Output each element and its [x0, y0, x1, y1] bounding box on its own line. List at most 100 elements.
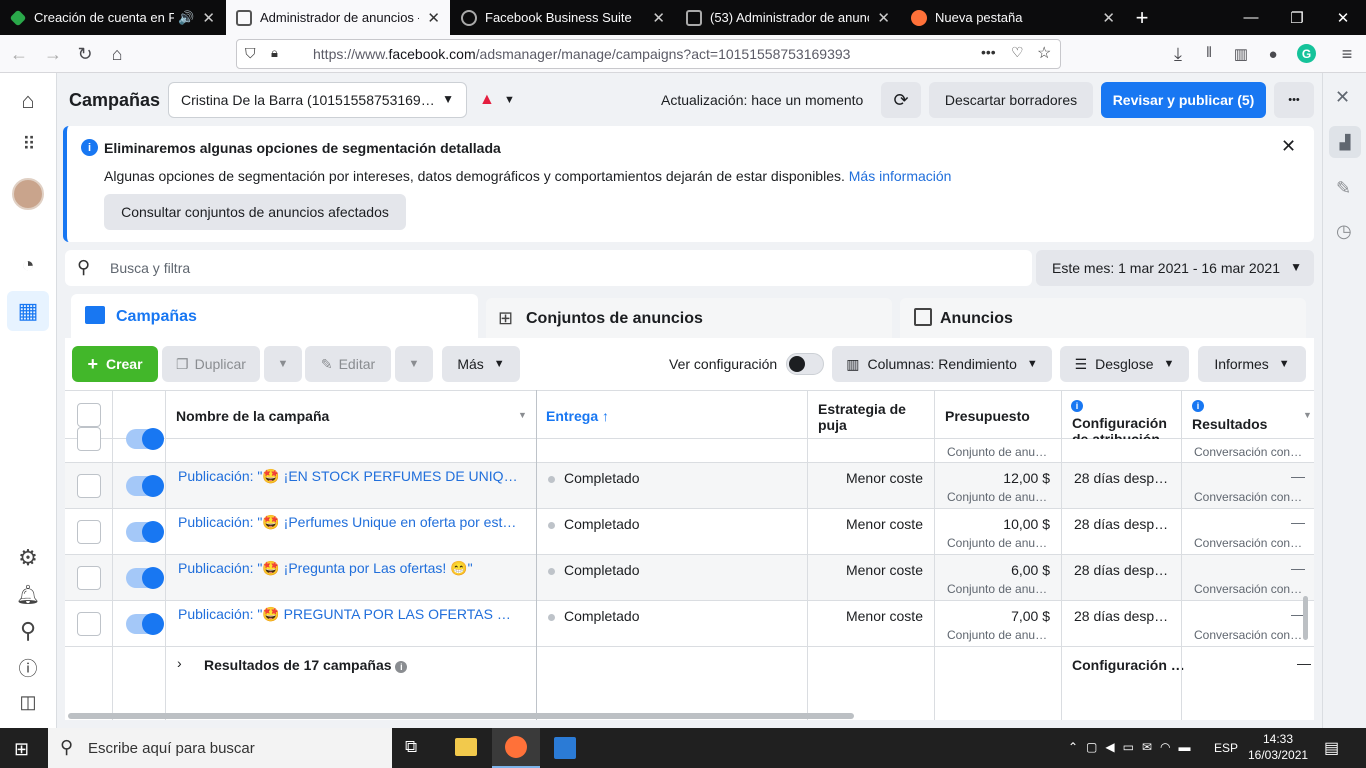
- warning-icon[interactable]: ▲: [479, 91, 495, 109]
- all-tools-icon[interactable]: ⠿: [12, 128, 44, 160]
- new-tab-button[interactable]: +: [1128, 0, 1156, 35]
- browser-tab[interactable]: Facebook Business Suite ✕: [451, 0, 675, 35]
- clock[interactable]: 14:33 16/03/2021: [1248, 731, 1308, 763]
- more-options-button[interactable]: •••: [1274, 82, 1314, 118]
- row-toggle[interactable]: [126, 428, 164, 450]
- window-close-icon[interactable]: ✕: [1320, 0, 1366, 35]
- row-checkbox[interactable]: [77, 612, 101, 636]
- more-info-link[interactable]: Más información: [849, 168, 952, 184]
- tab-close-icon[interactable]: ✕: [202, 9, 215, 27]
- edit-pencil-icon[interactable]: ✎: [1336, 178, 1351, 199]
- row-toggle[interactable]: [126, 475, 164, 497]
- photos-icon[interactable]: [554, 737, 576, 759]
- restore-icon[interactable]: ❐: [1274, 0, 1320, 35]
- browser-tab[interactable]: (53) Administrador de anuncios ✕: [676, 0, 900, 35]
- row-toggle[interactable]: [126, 521, 164, 543]
- task-view-icon[interactable]: ⧉: [405, 737, 417, 757]
- download-icon[interactable]: ⤓: [1163, 39, 1193, 69]
- taskbar-search[interactable]: ⚲ Escribe aquí para buscar: [48, 728, 392, 768]
- row-checkbox[interactable]: [77, 474, 101, 498]
- notifications-center-icon[interactable]: ▤: [1324, 738, 1339, 758]
- avatar[interactable]: [12, 178, 44, 210]
- reports-button[interactable]: Informes ▼: [1198, 346, 1306, 382]
- sidebar-icon[interactable]: ▥: [1226, 39, 1256, 69]
- library-icon[interactable]: 𝍪: [1194, 39, 1224, 69]
- sort-icon[interactable]: ▼: [518, 410, 527, 420]
- info-icon[interactable]: i: [1192, 400, 1204, 412]
- horizontal-scrollbar[interactable]: [68, 713, 854, 719]
- help-icon[interactable]: ⓘ: [12, 651, 44, 683]
- row-toggle[interactable]: [126, 613, 164, 635]
- columns-button[interactable]: ▥ Columnas: Rendimiento ▼: [832, 346, 1052, 382]
- vertical-scrollbar[interactable]: [1303, 596, 1308, 640]
- minimize-icon[interactable]: —: [1228, 0, 1274, 35]
- windows-start-icon[interactable]: ⊞: [14, 739, 29, 760]
- table-row[interactable]: Publicación: "🤩 ¡Perfumes Unique en ofer…: [65, 509, 1314, 555]
- tab-campaigns[interactable]: Campañas: [71, 294, 478, 344]
- view-affected-adsets-button[interactable]: Consultar conjuntos de anuncios afectado…: [104, 194, 406, 230]
- table-row[interactable]: Publicación: "🤩 ¡Pregunta por Las oferta…: [65, 555, 1314, 601]
- col-delivery-header[interactable]: Entrega ↑: [546, 408, 609, 424]
- reload-icon[interactable]: ↻: [70, 39, 100, 69]
- system-tray-icons[interactable]: ⌃▢◀▭✉◠▬: [1068, 740, 1198, 754]
- duplicate-button[interactable]: ❐ Duplicar: [162, 346, 260, 382]
- account-icon[interactable]: ●: [1258, 39, 1288, 69]
- campaign-name-link[interactable]: Publicación: "🤩 PREGUNTA POR LAS OFERTAS…: [178, 606, 518, 623]
- chart-icon[interactable]: ▟: [1329, 126, 1361, 158]
- discard-drafts-button[interactable]: Descartar borradores: [929, 82, 1093, 118]
- edit-button[interactable]: ✎ Editar: [305, 346, 391, 382]
- table-row[interactable]: Publicación: "🤩 PREGUNTA POR LAS OFERTAS…: [65, 601, 1314, 647]
- grammarly-icon[interactable]: G: [1297, 44, 1316, 63]
- bookmark-star-icon[interactable]: ☆: [1037, 43, 1051, 63]
- row-toggle[interactable]: [126, 567, 164, 589]
- info-icon[interactable]: i: [395, 661, 408, 673]
- row-checkbox[interactable]: [77, 520, 101, 544]
- audio-icon[interactable]: 🔊: [178, 10, 194, 26]
- forward-icon[interactable]: →: [38, 39, 68, 69]
- table-row[interactable]: Publicación: "🤩 ¡EN STOCK PERFUMES DE UN…: [65, 463, 1314, 509]
- notifications-icon[interactable]: 🔔︎: [12, 579, 44, 611]
- col-results-header[interactable]: Resultados: [1192, 416, 1267, 432]
- row-checkbox[interactable]: [77, 427, 101, 451]
- close-banner-icon[interactable]: ✕: [1281, 136, 1296, 157]
- firefox-taskbar-button[interactable]: [492, 728, 540, 768]
- col-budget-header[interactable]: Presupuesto: [945, 408, 1030, 424]
- col-attribution-header[interactable]: Configuración de atribución: [1072, 415, 1184, 439]
- refresh-button[interactable]: ⟳: [881, 82, 921, 118]
- history-icon[interactable]: ◷: [1336, 221, 1352, 242]
- ads-manager-icon[interactable]: ▦: [7, 291, 49, 331]
- select-all-checkbox[interactable]: [77, 403, 101, 427]
- menu-icon[interactable]: ≡: [1332, 39, 1362, 69]
- view-setup-toggle[interactable]: [786, 353, 824, 375]
- chevron-right-icon[interactable]: ›: [177, 655, 182, 671]
- breakdown-button[interactable]: ☰ Desglose ▼: [1060, 346, 1189, 382]
- url-bar[interactable]: ⛉ 🔒︎ https://www. facebook.com/adsmanager…: [236, 39, 1061, 69]
- tab-close-icon[interactable]: ✕: [1102, 9, 1115, 27]
- browser-tab[interactable]: Nueva pestaña ✕: [901, 0, 1125, 35]
- sort-icon[interactable]: ▼: [1303, 410, 1312, 420]
- campaign-name-link[interactable]: Publicación: "🤩 ¡Pregunta por Las oferta…: [178, 560, 518, 577]
- edit-dropdown[interactable]: ▼: [395, 346, 433, 382]
- close-panel-icon[interactable]: ✕: [1335, 87, 1350, 108]
- file-explorer-icon[interactable]: [455, 738, 477, 756]
- home-icon[interactable]: ⌂: [102, 39, 132, 69]
- settings-icon[interactable]: ⚙: [12, 542, 44, 574]
- info-icon[interactable]: i: [1071, 400, 1083, 412]
- back-icon[interactable]: ←: [4, 39, 34, 69]
- col-bid-header[interactable]: Estrategia de puja: [818, 401, 928, 433]
- pocket-icon[interactable]: ♡: [1011, 44, 1024, 61]
- duplicate-dropdown[interactable]: ▼: [264, 346, 302, 382]
- tab-close-icon[interactable]: ✕: [427, 9, 440, 27]
- row-checkbox[interactable]: [77, 566, 101, 590]
- col-name-header[interactable]: Nombre de la campaña: [176, 408, 329, 424]
- tab-close-icon[interactable]: ✕: [877, 9, 890, 27]
- create-button[interactable]: + Crear: [72, 346, 158, 382]
- browser-tab-active[interactable]: Administrador de anuncios - A ✕: [226, 0, 450, 35]
- language-indicator[interactable]: ESP: [1214, 741, 1238, 755]
- tab-close-icon[interactable]: ✕: [652, 9, 665, 27]
- search-icon[interactable]: ⚲: [12, 615, 44, 647]
- campaign-name-link[interactable]: Publicación: "🤩 ¡Perfumes Unique en ofer…: [178, 514, 518, 531]
- review-publish-button[interactable]: Revisar y publicar (5): [1101, 82, 1266, 118]
- report-icon[interactable]: ◫: [12, 686, 44, 718]
- chevron-down-icon[interactable]: ▼: [504, 94, 515, 106]
